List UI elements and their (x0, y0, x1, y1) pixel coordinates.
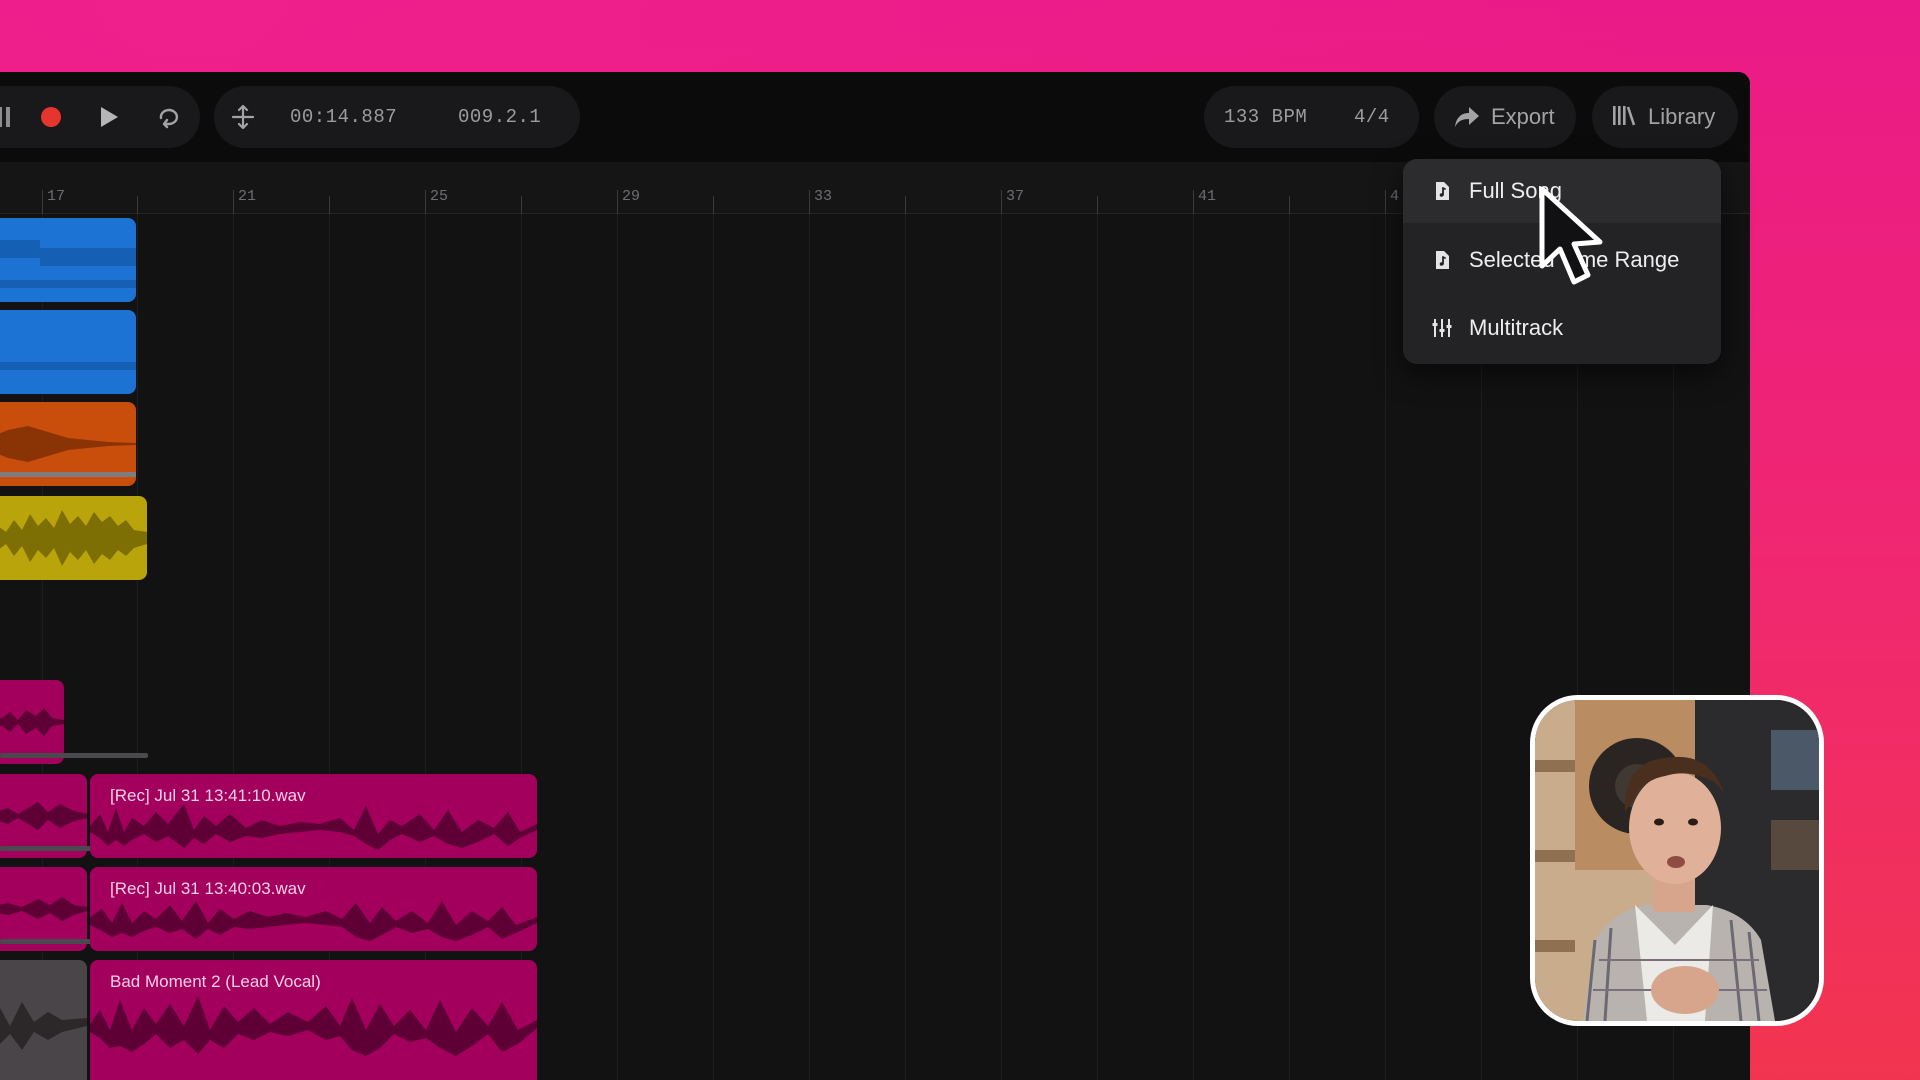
ruler-label: 17 (47, 188, 66, 205)
grid-line (1385, 214, 1386, 1080)
bpm-readout[interactable]: 133 BPM (1224, 106, 1307, 128)
ruler-label: 37 (1006, 188, 1025, 205)
webcam-overlay (1530, 695, 1824, 1026)
grid-line (1001, 214, 1002, 1080)
ruler-label: 33 (814, 188, 833, 205)
presenter-video (1535, 700, 1819, 1021)
menu-item-label: Multitrack (1469, 315, 1564, 340)
bar-position-readout: 009.2.1 (458, 106, 542, 128)
transport-controls (0, 86, 200, 148)
ruler-tick (137, 196, 138, 214)
grid-line (1193, 214, 1194, 1080)
ruler-tick (617, 190, 618, 214)
audio-clip-gray[interactable] (0, 960, 87, 1080)
ruler-tick (521, 196, 522, 214)
time-readout: 00:14.887 (290, 106, 398, 128)
ruler-tick (425, 190, 426, 214)
midi-clip-blue[interactable] (0, 310, 136, 394)
grid-line (809, 214, 810, 1080)
audio-clip-yellow[interactable] (0, 496, 147, 580)
play-button[interactable] (98, 105, 120, 129)
midi-note (0, 240, 40, 258)
pause-icon[interactable] (0, 107, 12, 127)
time-signature-readout[interactable]: 4/4 (1354, 106, 1390, 128)
grid-line (1289, 214, 1290, 1080)
waveform (0, 426, 136, 477)
ruler-tick (329, 196, 330, 214)
clip-label: Bad Moment 2 (Lead Vocal) (110, 972, 321, 991)
record-button[interactable] (40, 106, 62, 128)
midi-clip-blue[interactable] (0, 218, 136, 302)
file-audio-icon (1431, 249, 1453, 271)
ruler-label: 25 (430, 188, 449, 205)
snap-icon[interactable] (230, 104, 256, 130)
audio-clip-rec-1[interactable]: [Rec] Jul 31 13:41:10.wav (90, 774, 537, 858)
library-button[interactable]: Library (1592, 86, 1738, 148)
ruler-tick (1193, 190, 1194, 214)
ruler-tick (1001, 190, 1002, 214)
audio-clip-magenta[interactable] (0, 680, 64, 764)
waveform (0, 510, 147, 566)
audio-clip-lead-vocal[interactable]: Bad Moment 2 (Lead Vocal) (90, 960, 537, 1080)
midi-note (40, 248, 136, 266)
grid-line (713, 214, 714, 1080)
ruler-tick (42, 190, 43, 214)
menu-item-multitrack[interactable]: Multitrack (1403, 296, 1721, 360)
share-arrow-icon (1454, 105, 1480, 134)
clip-scroll-bar[interactable] (0, 753, 148, 758)
ruler-label: 29 (622, 188, 641, 205)
ruler-tick (905, 196, 906, 214)
library-icon (1612, 105, 1636, 132)
waveform (0, 708, 64, 736)
sliders-icon (1431, 317, 1453, 339)
loop-icon[interactable] (156, 105, 182, 129)
ruler-tick (713, 196, 714, 214)
ruler-label: 21 (238, 188, 257, 205)
audio-clip-rec-2[interactable]: [Rec] Jul 31 13:40:03.wav (90, 867, 537, 951)
ruler-tick (809, 190, 810, 214)
midi-note (0, 280, 136, 288)
ruler-label: 41 (1198, 188, 1217, 205)
time-display: 00:14.887 009.2.1 (214, 86, 580, 148)
ruler-tick (1097, 196, 1098, 214)
clip-label: [Rec] Jul 31 13:40:03.wav (110, 879, 306, 898)
mouse-cursor-icon (1538, 186, 1608, 295)
export-button[interactable]: Export (1434, 86, 1576, 148)
ruler-tick (1385, 190, 1386, 214)
file-audio-icon (1431, 180, 1453, 202)
audio-clip-orange[interactable] (0, 402, 136, 486)
ruler-tick (233, 190, 234, 214)
tempo-display[interactable]: 133 BPM 4/4 (1204, 86, 1419, 148)
waveform (0, 1002, 87, 1050)
toolbar: 00:14.887 009.2.1 133 BPM 4/4 Export Lib… (0, 72, 1750, 162)
clip-label: [Rec] Jul 31 13:41:10.wav (110, 786, 306, 805)
ruler-tick (1289, 196, 1290, 214)
grid-line (617, 214, 618, 1080)
ruler-label: 4 (1390, 188, 1400, 205)
grid-line (1097, 214, 1098, 1080)
library-label: Library (1648, 104, 1716, 129)
midi-note (0, 362, 136, 370)
grid-line (905, 214, 906, 1080)
export-label: Export (1491, 104, 1555, 129)
